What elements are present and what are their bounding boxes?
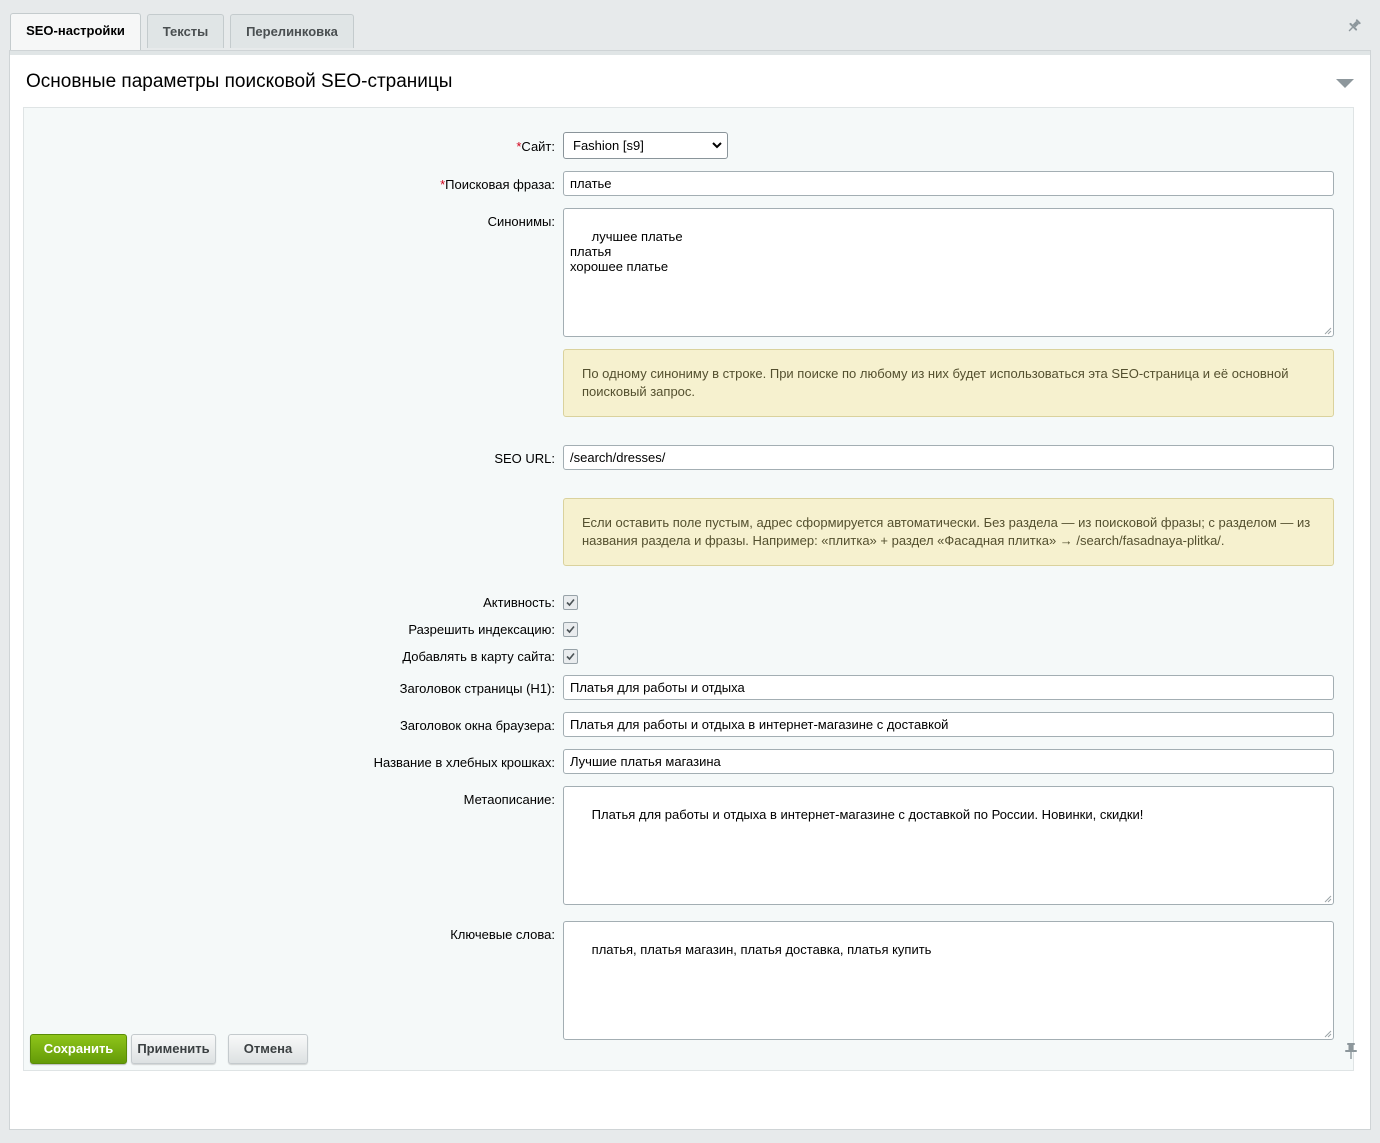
checkmark-icon <box>566 625 575 634</box>
h1-label: Заголовок страницы (H1): <box>399 681 555 696</box>
pin-icon[interactable] <box>1344 1042 1358 1060</box>
site-label: *Сайт: <box>516 139 555 154</box>
search-phrase-label-text: Поисковая фраза: <box>445 177 555 192</box>
tab-texts[interactable]: Тексты <box>147 14 224 48</box>
active-label: Активность: <box>483 595 555 610</box>
form-area: *Сайт: Fashion [s9] *Поисковая фраза: пл… <box>23 107 1354 1071</box>
seo-url-input[interactable]: /search/dresses/ <box>563 445 1334 470</box>
pin-icon[interactable] <box>1346 18 1362 34</box>
keywords-textarea[interactable]: платья, платья магазин, платья доставка,… <box>563 921 1334 1040</box>
section-title: Основные параметры поисковой SEO-страниц… <box>26 71 453 92</box>
apply-button[interactable]: Применить <box>131 1034 216 1064</box>
browser-title-input[interactable]: Платья для работы и отдыха в интернет-ма… <box>563 712 1334 737</box>
synonyms-hint: По одному синониму в строке. При поиске … <box>563 349 1334 417</box>
tab-linking[interactable]: Перелинковка <box>230 14 354 48</box>
checkmark-icon <box>566 598 575 607</box>
chevron-down-icon <box>712 142 722 149</box>
synonyms-label: Синонимы: <box>487 214 555 229</box>
search-phrase-label: *Поисковая фраза: <box>440 177 555 192</box>
browser-title-label: Заголовок окна браузера: <box>399 718 555 733</box>
search-phrase-input[interactable]: платье <box>563 171 1334 196</box>
meta-description-textarea[interactable]: Платья для работы и отдыха в интернет-ма… <box>563 786 1334 905</box>
resize-handle-icon[interactable] <box>1324 327 1332 335</box>
settings-panel: Основные параметры поисковой SEO-страниц… <box>9 50 1371 1130</box>
breadcrumb-name-input[interactable]: Лучшие платья магазина <box>563 749 1334 774</box>
site-label-text: Сайт: <box>521 139 555 154</box>
panel-divider <box>10 51 1370 55</box>
sitemap-checkbox[interactable] <box>563 649 578 664</box>
allow-indexing-checkbox[interactable] <box>563 622 578 637</box>
keywords-value: платья, платья магазин, платья доставка,… <box>591 942 932 957</box>
synonyms-value: лучшее платье платья хорошее платье <box>570 229 683 274</box>
keywords-label: Ключевые слова: <box>450 927 555 942</box>
cancel-button[interactable]: Отмена <box>228 1034 308 1064</box>
meta-description-label: Метаописание: <box>463 792 555 807</box>
resize-handle-icon[interactable] <box>1324 895 1332 903</box>
seo-url-label: SEO URL: <box>494 451 555 466</box>
h1-input[interactable]: Платья для работы и отдыха <box>563 675 1334 700</box>
save-button[interactable]: Сохранить <box>30 1034 127 1064</box>
active-checkbox[interactable] <box>563 595 578 610</box>
sitemap-label: Добавлять в карту сайта: <box>402 649 555 664</box>
meta-description-value: Платья для работы и отдыха в интернет-ма… <box>591 807 1144 822</box>
site-select[interactable]: Fashion [s9] <box>563 132 728 159</box>
collapse-arrow-icon[interactable] <box>1336 77 1354 88</box>
breadcrumb-name-label: Название в хлебных крошках: <box>373 755 555 770</box>
allow-indexing-label: Разрешить индексацию: <box>408 622 555 637</box>
checkmark-icon <box>566 652 575 661</box>
seo-url-hint: Если оставить поле пустым, адрес сформир… <box>563 498 1334 566</box>
synonyms-textarea[interactable]: лучшее платье платья хорошее платье <box>563 208 1334 337</box>
site-select-value: Fashion [s9] <box>573 138 644 153</box>
tab-seo-settings[interactable]: SEO-настройки <box>10 13 141 51</box>
resize-handle-icon[interactable] <box>1324 1030 1332 1038</box>
